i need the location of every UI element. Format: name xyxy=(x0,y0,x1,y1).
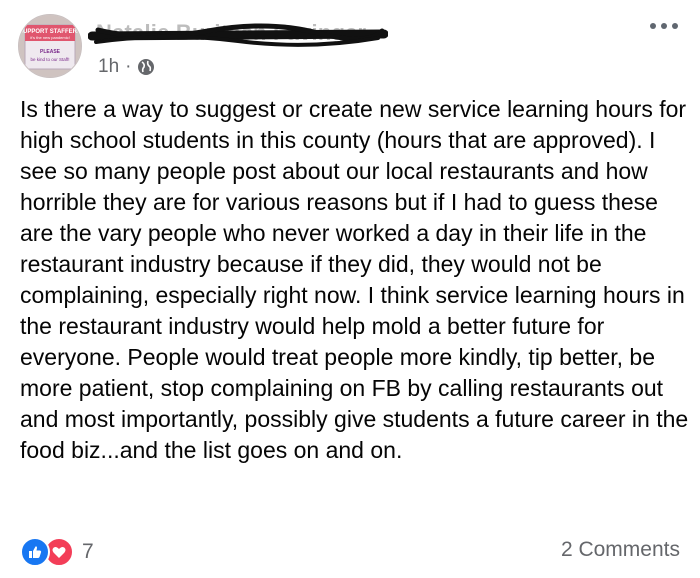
globe-icon xyxy=(137,58,155,76)
facebook-post: SUPPORT STAFFERS it's the new pandemic! … xyxy=(0,0,700,578)
avatar-sign-line3: PLEASE xyxy=(40,49,61,55)
author-avatar[interactable]: SUPPORT STAFFERS it's the new pandemic! … xyxy=(18,14,82,78)
comments-link[interactable]: 2 Comments xyxy=(561,538,680,562)
post-body-text: Is there a way to suggest or create new … xyxy=(20,96,689,463)
post-meta: 1h · xyxy=(98,56,155,78)
avatar-sign-line2: it's the new pandemic! xyxy=(30,35,69,40)
meta-separator: · xyxy=(125,56,132,77)
reaction-count: 7 xyxy=(82,540,94,563)
author-name[interactable]: Natalie Buritsch Favinger xyxy=(96,20,366,46)
more-options-icon[interactable] xyxy=(650,18,678,34)
post-timestamp[interactable]: 1h xyxy=(98,56,119,78)
like-icon xyxy=(20,537,50,567)
avatar-sign-line4: be kind to our Staff! xyxy=(31,57,70,62)
reactions-summary[interactable]: 7 xyxy=(20,537,94,567)
author-name-wrap: Natalie Buritsch Favinger xyxy=(88,20,388,50)
